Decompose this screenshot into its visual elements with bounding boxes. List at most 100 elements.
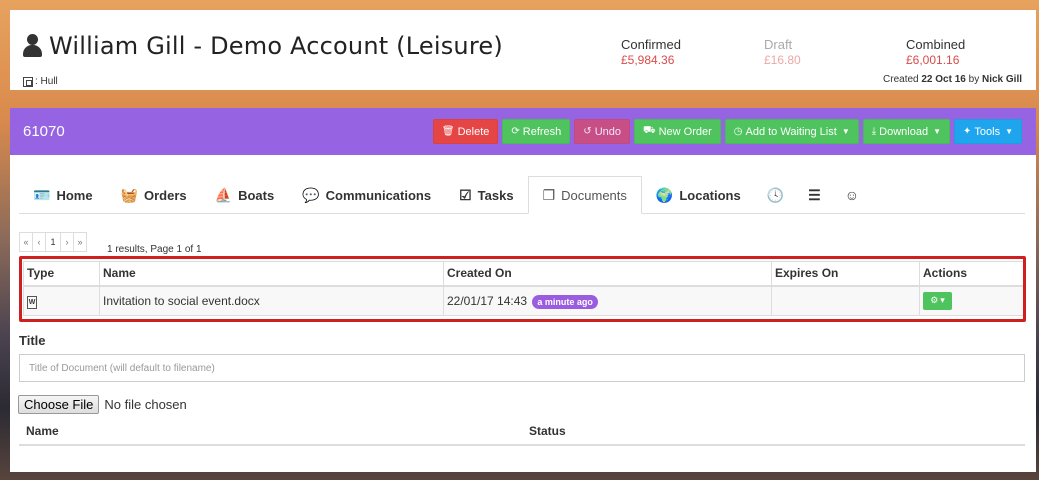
stat-confirmed: Confirmed £5,984.36: [621, 37, 681, 67]
file-chooser: Choose File No file chosen: [18, 395, 187, 414]
created-by-prefix: by: [968, 74, 980, 85]
tab-communications-label: Communications: [325, 187, 432, 203]
gear-icon: ⚙: [930, 295, 939, 306]
delete-button[interactable]: 🗑 Delete: [432, 119, 499, 144]
tab-profile[interactable]: ☺: [833, 176, 871, 214]
word-document-icon: W: [27, 295, 37, 309]
pager-next[interactable]: ›: [60, 232, 74, 252]
no-file-text: No file chosen: [104, 397, 187, 412]
created-prefix: Created: [883, 74, 919, 85]
account-number: 61070: [23, 123, 65, 140]
refresh-icon: ⟳: [511, 126, 520, 137]
download-icon: ⤓: [871, 126, 877, 137]
refresh-button[interactable]: ⟳ Refresh: [502, 119, 571, 144]
cell-actions: ⚙ ▾: [919, 285, 1024, 316]
refresh-label: Refresh: [522, 125, 562, 138]
documents-table: Type Name Created On Expires On Actions …: [23, 261, 1024, 316]
created-by: Nick Gill: [981, 74, 1022, 85]
tab-communications[interactable]: 💬 Communications: [288, 176, 445, 214]
new-order-label: New Order: [658, 125, 712, 138]
tab-locations[interactable]: 🌍 Locations: [642, 176, 755, 214]
tab-history[interactable]: 🕓: [755, 176, 796, 214]
comments-icon: 💬: [302, 186, 320, 203]
tab-documents-label: Documents: [561, 187, 627, 203]
combined-label: Combined: [906, 37, 966, 52]
pager-last[interactable]: »: [73, 232, 87, 252]
tab-boats[interactable]: ⛵ Boats: [201, 176, 289, 214]
clock-icon: ◷: [733, 126, 743, 137]
table-row[interactable]: W Invitation to social event.docx 22/01/…: [23, 285, 1024, 316]
caret-down-icon: ▾: [940, 295, 945, 306]
add-to-waiting-list-button[interactable]: ◷ Add to Waiting List ▼: [724, 119, 859, 144]
building-icon: [23, 76, 33, 87]
pager-current[interactable]: 1: [45, 232, 61, 252]
undo-icon: ↺: [583, 126, 592, 137]
user-icon: [23, 34, 42, 58]
account-header-bar: 61070 🗑 Delete ⟳ Refresh ↺ Undo ⛟ New Order …: [10, 108, 1036, 155]
pager-info: 1 results, Page 1 of 1: [107, 244, 202, 255]
new-order-button[interactable]: ⛟ New Order: [633, 119, 721, 144]
download-button[interactable]: ⤓ Download ▼: [862, 119, 950, 144]
account-main-card: 61070 🗑 Delete ⟳ Refresh ↺ Undo ⛟ New Order …: [10, 108, 1036, 472]
trash-icon: 🗑: [441, 126, 455, 137]
title-label: Title: [19, 333, 46, 348]
confirmed-label: Confirmed: [621, 37, 681, 52]
account-summary-card: William Gill - Demo Account (Leisure) : …: [10, 10, 1036, 90]
toolbar: 🗑 Delete ⟳ Refresh ↺ Undo ⛟ New Order ◷ Add t…: [432, 119, 1022, 144]
pager-prev[interactable]: ‹: [32, 232, 46, 252]
tab-tasks-label: Tasks: [477, 187, 514, 203]
basket-icon: ⛟: [642, 125, 656, 136]
tab-tasks[interactable]: ☑ Tasks: [445, 176, 527, 214]
tools-button[interactable]: ✦ Tools ▼: [954, 119, 1022, 144]
account-location: : Hull: [23, 76, 58, 87]
clipboard-check-icon: ☑: [459, 186, 472, 203]
undo-button[interactable]: ↺ Undo: [574, 119, 630, 144]
confirmed-value: £5,984.36: [621, 53, 675, 67]
col-name: Name: [99, 261, 444, 287]
col-type: Type: [23, 261, 100, 287]
tab-layers[interactable]: ☰: [796, 176, 833, 214]
cell-created-on: 22/01/17 14:43 a minute ago: [443, 285, 772, 316]
tab-boats-label: Boats: [238, 187, 275, 203]
pager-first[interactable]: «: [19, 232, 33, 252]
undo-label: Undo: [594, 125, 621, 138]
tab-home[interactable]: 🪪 Home: [19, 176, 107, 214]
tab-home-label: Home: [56, 187, 93, 203]
cell-type: W: [23, 285, 100, 316]
tab-orders[interactable]: 🧺 Orders: [107, 176, 201, 214]
title-input[interactable]: [19, 354, 1025, 382]
draft-label: Draft: [764, 37, 793, 52]
caret-down-icon: ▼: [841, 127, 850, 136]
created-date: 22 Oct 16: [921, 74, 966, 85]
col-actions: Actions: [919, 261, 1024, 287]
tab-documents[interactable]: ❐ Documents: [527, 176, 642, 214]
location-text: : Hull: [35, 76, 58, 87]
id-card-icon: 🪪: [33, 186, 51, 203]
basket-icon: 🧺: [120, 186, 138, 203]
stat-draft: Draft £16.80: [764, 37, 801, 67]
delete-label: Delete: [457, 125, 490, 138]
tab-orders-label: Orders: [144, 187, 187, 203]
wand-icon: ✦: [963, 126, 972, 137]
choose-file-button[interactable]: Choose File: [18, 395, 100, 414]
globe-icon: 🌍: [655, 186, 674, 203]
col-expires-on: Expires On: [771, 261, 920, 287]
draft-value: £16.80: [764, 53, 801, 67]
stat-combined: Combined £6,001.16: [906, 37, 965, 67]
upload-col-status: Status: [529, 423, 566, 438]
account-tabs: 🪪 Home 🧺 Orders ⛵ Boats 💬 Communications ☑ Ta…: [19, 176, 1025, 214]
waiting-list-label: Add to Waiting List: [745, 125, 837, 138]
cell-name[interactable]: Invitation to social event.docx: [99, 285, 444, 316]
head-icon: ☺: [844, 187, 860, 203]
table-header-row: Type Name Created On Expires On Actions: [23, 261, 1024, 287]
caret-down-icon: ▼: [933, 127, 941, 136]
account-title: William Gill - Demo Account (Leisure): [23, 32, 503, 60]
row-actions-button[interactable]: ⚙ ▾: [923, 291, 952, 310]
upload-table-header: Name Status: [19, 417, 1025, 446]
boat-icon: ⛵: [214, 186, 233, 203]
tab-locations-label: Locations: [679, 187, 741, 203]
created-on-text: 22/01/17 14:43: [447, 293, 528, 308]
tools-label: Tools: [974, 125, 1001, 138]
account-name: William Gill - Demo Account (Leisure): [49, 32, 503, 60]
copy-icon: ❐: [542, 186, 556, 203]
